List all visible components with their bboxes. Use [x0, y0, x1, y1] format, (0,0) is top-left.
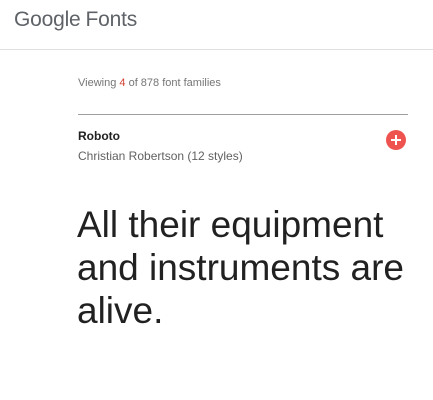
card-divider — [78, 114, 408, 115]
font-designer-styles: Christian Robertson (12 styles) — [78, 149, 243, 163]
product-name: Fonts — [85, 8, 138, 31]
results-count: Viewing 4 of 878 font families — [78, 77, 221, 89]
add-font-button[interactable] — [386, 130, 406, 150]
font-family-name[interactable]: Roboto — [78, 129, 120, 143]
google-wordmark: Google — [14, 8, 81, 31]
top-app-bar: Google Fonts — [0, 0, 433, 50]
results-count-suffix: of 878 font families — [125, 77, 221, 89]
font-sample-text[interactable]: All their equipment and instruments are … — [77, 203, 407, 332]
google-fonts-logo[interactable]: Google Fonts — [14, 6, 137, 34]
google-fonts-page: Google Fonts Viewing 4 of 878 font famili… — [0, 0, 433, 400]
results-count-prefix: Viewing — [78, 77, 120, 89]
